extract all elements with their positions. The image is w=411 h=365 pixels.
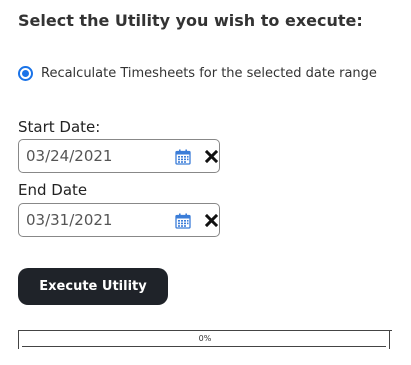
end-date-input[interactable] (26, 211, 166, 229)
end-date-label: End Date (18, 181, 88, 199)
page-title: Select the Utility you wish to execute: (18, 11, 363, 30)
progress-bar: 0% (18, 330, 392, 350)
end-date-field[interactable] (18, 203, 220, 237)
recalculate-radio[interactable] (18, 66, 33, 81)
close-icon[interactable] (205, 214, 218, 227)
calendar-icon[interactable] (175, 149, 191, 165)
start-date-label: Start Date: (18, 118, 101, 136)
calendar-icon[interactable] (175, 213, 191, 229)
progress-track-top (18, 330, 392, 331)
utility-page: Select the Utility you wish to execute: … (0, 0, 411, 365)
close-icon[interactable] (205, 150, 218, 163)
start-date-field[interactable] (18, 139, 220, 173)
execute-utility-button[interactable]: Execute Utility (18, 268, 168, 305)
progress-percent: 0% (198, 334, 212, 343)
start-date-input[interactable] (26, 147, 166, 165)
progress-track-bottom (22, 346, 386, 347)
utility-option-recalculate[interactable]: Recalculate Timesheets for the selected … (18, 66, 377, 81)
recalculate-radio-label: Recalculate Timesheets for the selected … (41, 66, 377, 81)
